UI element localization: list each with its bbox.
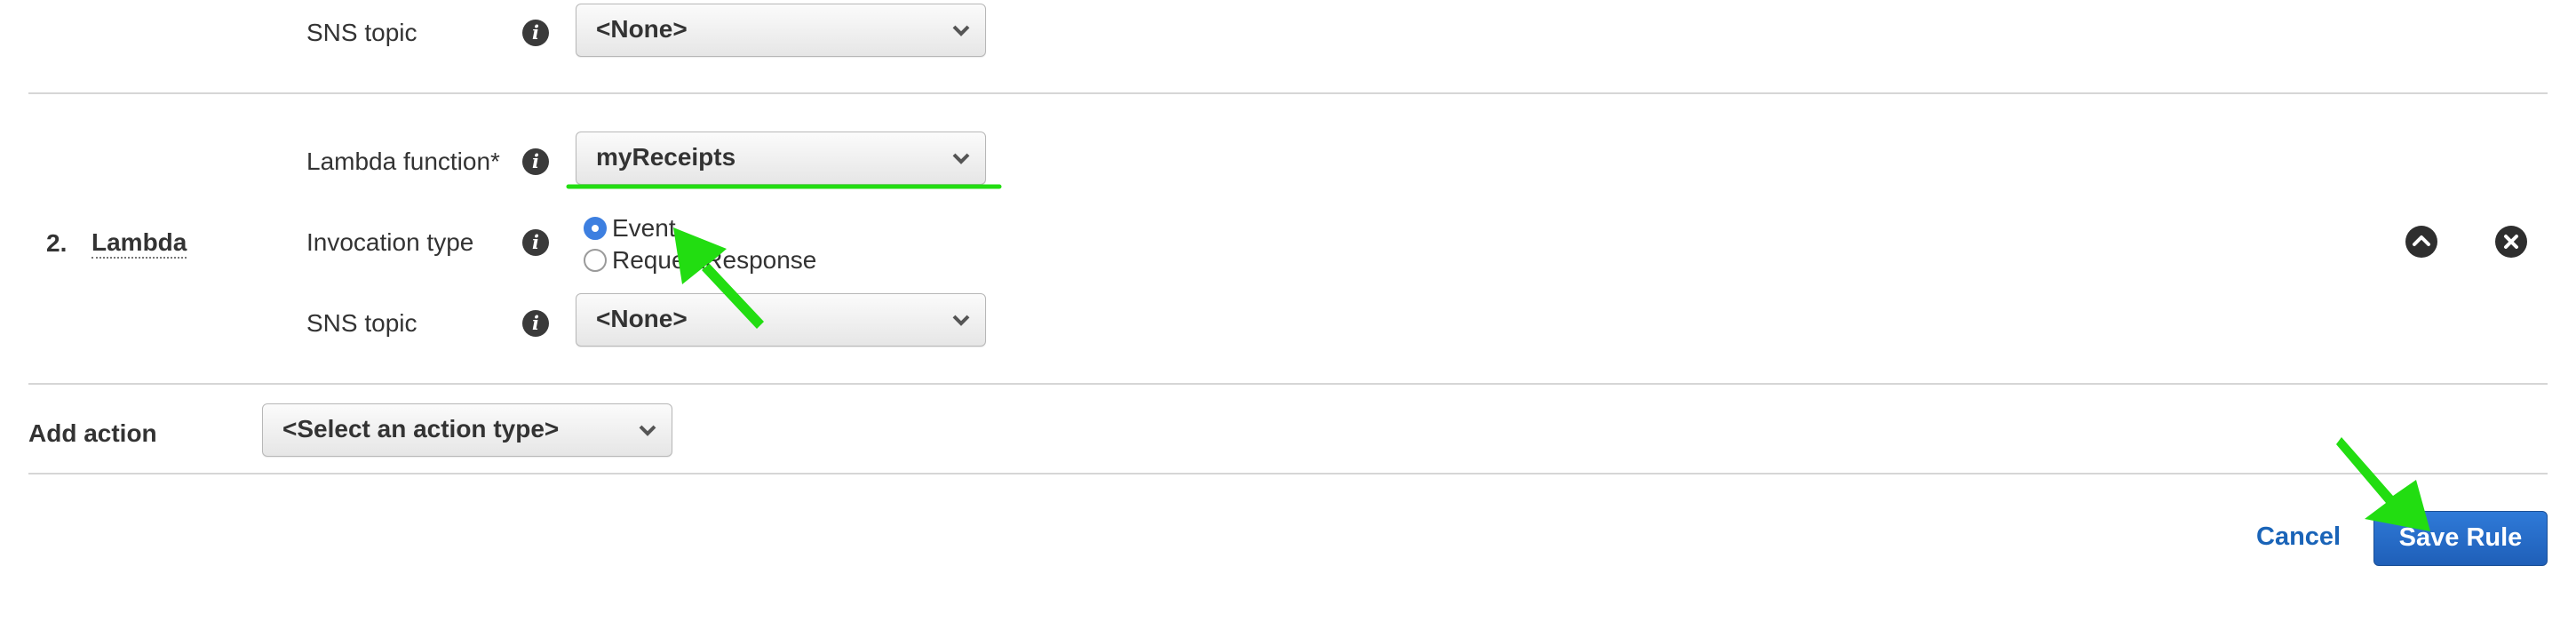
annotation-arrow bbox=[673, 227, 764, 329]
annotation-arrow bbox=[2336, 437, 2430, 531]
rule-actions-page: SNS topic i <None> 2. Lambda Lambda func… bbox=[0, 0, 2576, 622]
annotation-overlay bbox=[566, 184, 2430, 531]
